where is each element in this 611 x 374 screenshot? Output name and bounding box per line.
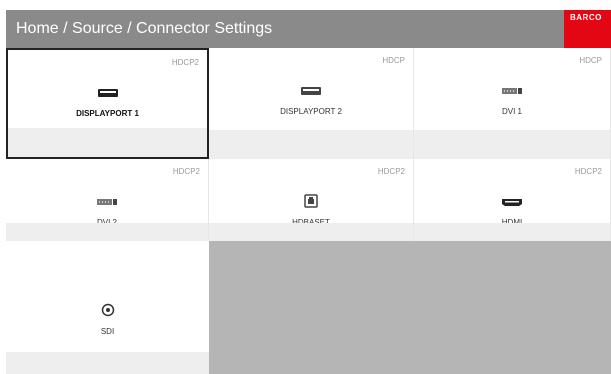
tile-footer [414, 130, 610, 159]
empty-grid-area [209, 241, 611, 374]
connector-tile-hdbaset[interactable]: HDCP2 HDBASET [209, 159, 414, 241]
displayport-icon [97, 86, 119, 100]
tile-footer [6, 223, 208, 241]
connector-tile-dvi-2[interactable]: HDCP2 DVI 2 [6, 159, 209, 241]
tile-footer [209, 130, 413, 159]
hdcp-badge: HDCP2 [574, 167, 602, 176]
hdcp-badge: HDCP2 [172, 167, 200, 176]
connector-tile-sdi[interactable]: SDI [6, 241, 209, 374]
barco-logo: BARCO [564, 10, 611, 48]
displayport-icon [300, 84, 322, 98]
dvi-icon [501, 84, 523, 98]
connector-tile-dvi-1[interactable]: HDCP DVI 1 [414, 48, 611, 159]
connector-label: SDI [100, 327, 115, 336]
sdi-icon [97, 303, 119, 317]
header-bar: Home / Source / Connector Settings BARCO [6, 10, 611, 48]
hdmi-icon [501, 195, 523, 209]
tile-footer [209, 223, 413, 241]
hdbaset-icon [300, 193, 322, 209]
connector-label: DISPLAYPORT 2 [280, 107, 342, 116]
connector-tile-hdmi[interactable]: HDCP2 HDMI [414, 159, 611, 241]
connector-grid: HDCP2 DISPLAYPORT 1 HDCP DISPLAYPORT 2 H… [6, 48, 611, 374]
connector-tile-displayport-2[interactable]: HDCP DISPLAYPORT 2 [209, 48, 414, 159]
connector-settings-page: Home / Source / Connector Settings BARCO… [0, 0, 611, 374]
dvi-icon [96, 195, 118, 209]
connector-tile-displayport-1[interactable]: HDCP2 DISPLAYPORT 1 [6, 48, 209, 159]
breadcrumb: Home / Source / Connector Settings [16, 20, 273, 37]
tile-footer [6, 352, 209, 374]
hdcp-badge: HDCP2 [171, 58, 199, 67]
connector-label: DISPLAYPORT 1 [76, 109, 139, 118]
hdcp-badge: HDCP [382, 56, 405, 65]
connector-label: DVI 1 [501, 107, 522, 116]
hdcp-badge: HDCP2 [377, 167, 405, 176]
tile-footer [8, 128, 207, 157]
hdcp-badge: HDCP [579, 56, 602, 65]
brand-text: BARCO [570, 13, 602, 22]
tile-footer [414, 223, 610, 241]
